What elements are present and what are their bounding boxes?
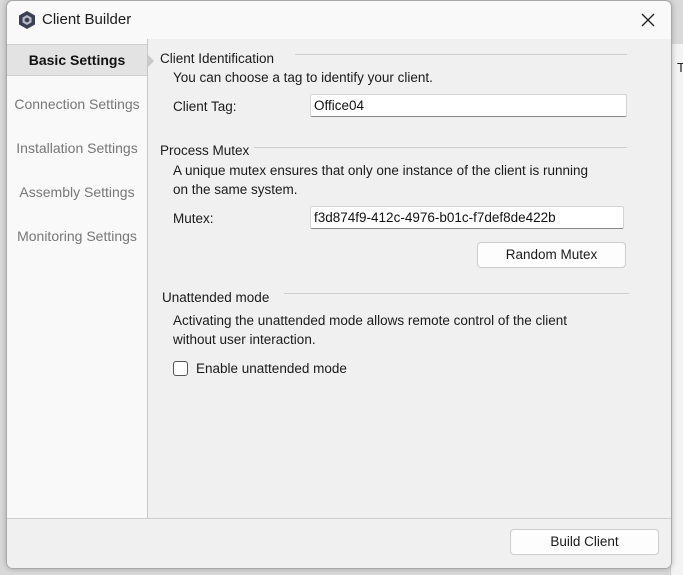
- mutex-description-line1: A unique mutex ensures that only one ins…: [173, 163, 589, 178]
- settings-content: Client Identification You can choose a t…: [148, 39, 671, 518]
- mutex-description-line2: on the same system.: [173, 182, 298, 197]
- nav-item-installation-settings[interactable]: Installation Settings: [7, 133, 147, 163]
- title-bar[interactable]: Client Builder: [7, 1, 671, 39]
- footer-bar: Build Client: [7, 518, 671, 568]
- unattended-group-title: Unattended mode: [162, 290, 270, 305]
- mutex-group-title: Process Mutex: [160, 143, 250, 158]
- mutex-label: Mutex:: [173, 211, 214, 226]
- close-icon: [641, 13, 655, 27]
- mutex-divider: [254, 147, 627, 148]
- build-client-button[interactable]: Build Client: [510, 529, 659, 555]
- app-logo-icon: [19, 11, 35, 29]
- client-tag-label: Client Tag:: [173, 99, 237, 114]
- settings-nav: Basic Settings Connection Settings Insta…: [7, 39, 148, 518]
- enable-unattended-label[interactable]: Enable unattended mode: [196, 361, 347, 376]
- client-tag-input[interactable]: Office04: [310, 94, 627, 117]
- nav-item-assembly-settings[interactable]: Assembly Settings: [7, 177, 147, 207]
- identification-description: You can choose a tag to identify your cl…: [173, 70, 433, 85]
- identification-divider: [295, 54, 627, 55]
- unattended-description-line1: Activating the unattended mode allows re…: [173, 313, 567, 328]
- enable-unattended-checkbox[interactable]: [173, 361, 188, 376]
- random-mutex-button[interactable]: Random Mutex: [477, 242, 626, 268]
- nav-item-basic-settings[interactable]: Basic Settings: [7, 44, 147, 76]
- window-title: Client Builder: [42, 11, 132, 28]
- mutex-input[interactable]: f3d874f9-412c-4976-b01c-f7def8de422b: [310, 206, 624, 229]
- identification-group-title: Client Identification: [160, 51, 275, 66]
- nav-item-monitoring-settings[interactable]: Monitoring Settings: [7, 221, 147, 251]
- client-builder-window: Client Builder Basic Settings Connection…: [6, 0, 672, 569]
- background-partial-text: T:: [677, 60, 683, 75]
- unattended-description-line2: without user interaction.: [173, 332, 316, 347]
- unattended-divider: [284, 293, 629, 294]
- nav-item-connection-settings[interactable]: Connection Settings: [7, 89, 147, 119]
- close-button[interactable]: [625, 1, 671, 39]
